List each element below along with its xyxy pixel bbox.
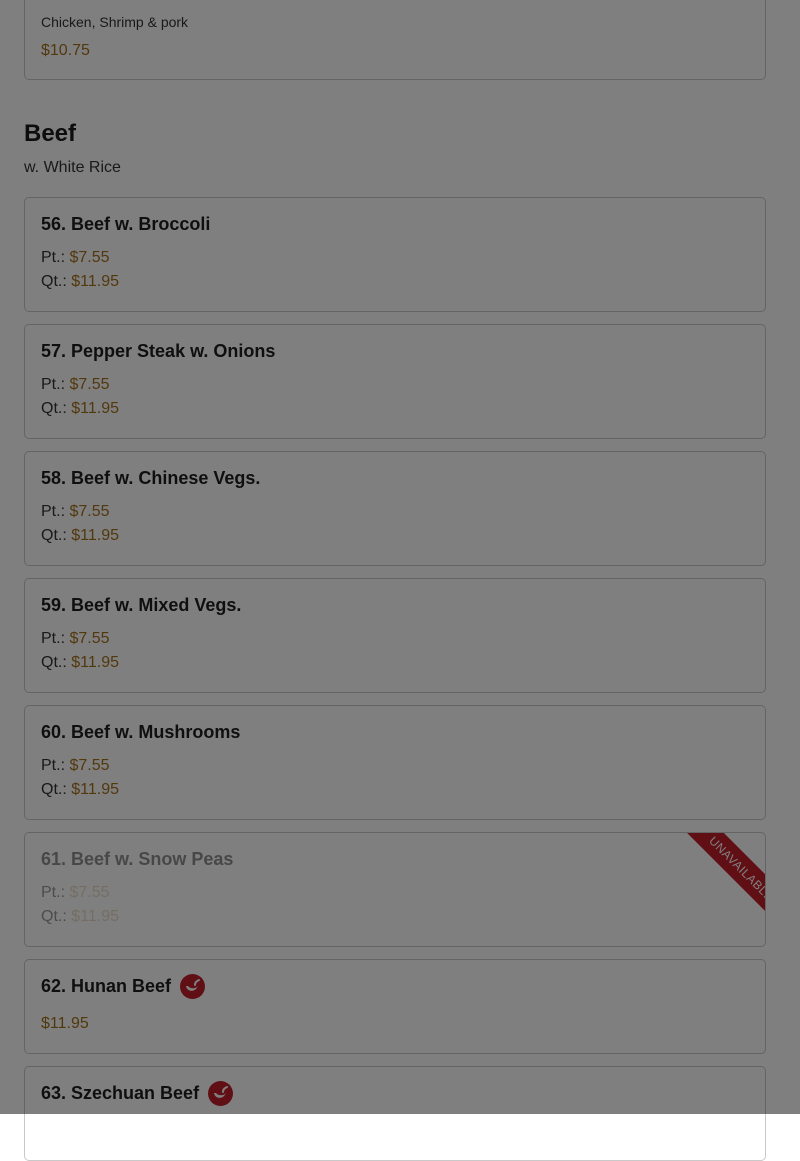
menu-page: Chicken, Shrimp & pork $10.75 Beef w. Wh… [0,0,800,1161]
modal-backdrop[interactable] [0,0,800,1114]
